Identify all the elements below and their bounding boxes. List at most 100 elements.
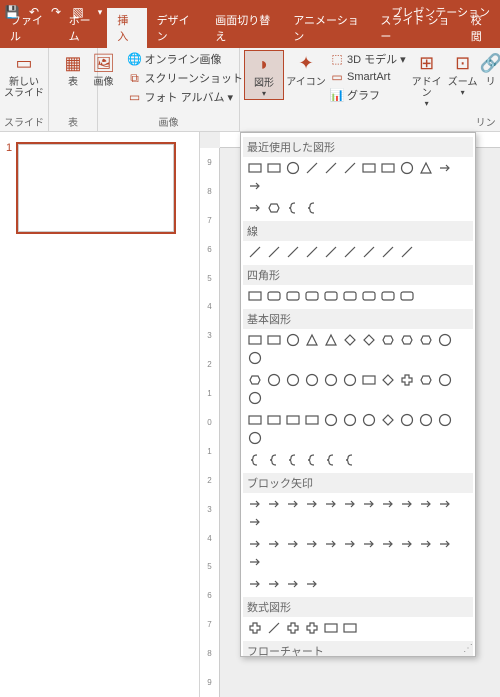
- shape-option[interactable]: [245, 243, 264, 261]
- shape-option[interactable]: [283, 331, 302, 349]
- shape-option[interactable]: [416, 331, 435, 349]
- shape-option[interactable]: [302, 495, 321, 513]
- shape-option[interactable]: [283, 199, 302, 217]
- shape-option[interactable]: [340, 159, 359, 177]
- tab-design[interactable]: デザイン: [147, 8, 206, 48]
- tab-animations[interactable]: アニメーション: [283, 8, 370, 48]
- addins-button[interactable]: ⊞ アドイン ▾: [410, 50, 444, 109]
- shape-option[interactable]: [435, 535, 454, 553]
- shape-option[interactable]: [245, 495, 264, 513]
- shapes-button[interactable]: ◗ 図形 ▾: [244, 50, 284, 100]
- shape-option[interactable]: [321, 287, 340, 305]
- shape-option[interactable]: [435, 159, 454, 177]
- shape-option[interactable]: [264, 411, 283, 429]
- shape-option[interactable]: [359, 371, 378, 389]
- shape-option[interactable]: [302, 619, 321, 637]
- shape-option[interactable]: [435, 411, 454, 429]
- shape-option[interactable]: [245, 331, 264, 349]
- shape-option[interactable]: [359, 243, 378, 261]
- shape-option[interactable]: [378, 411, 397, 429]
- shape-option[interactable]: [264, 371, 283, 389]
- shape-option[interactable]: [245, 553, 264, 571]
- shape-option[interactable]: [264, 243, 283, 261]
- shape-option[interactable]: [245, 535, 264, 553]
- shape-option[interactable]: [283, 371, 302, 389]
- shape-option[interactable]: [378, 243, 397, 261]
- shape-option[interactable]: [359, 535, 378, 553]
- shape-option[interactable]: [283, 411, 302, 429]
- shape-option[interactable]: [397, 371, 416, 389]
- shape-option[interactable]: [321, 331, 340, 349]
- shape-option[interactable]: [321, 243, 340, 261]
- shape-option[interactable]: [359, 411, 378, 429]
- shape-option[interactable]: [340, 243, 359, 261]
- screenshot-button[interactable]: ⧉スクリーンショット ▾: [126, 69, 254, 87]
- shape-option[interactable]: [378, 331, 397, 349]
- shape-option[interactable]: [302, 331, 321, 349]
- shape-option[interactable]: [397, 159, 416, 177]
- shape-option[interactable]: [264, 159, 283, 177]
- shape-option[interactable]: [340, 535, 359, 553]
- shape-option[interactable]: [302, 199, 321, 217]
- tab-slideshow[interactable]: スライド ショー: [370, 8, 460, 48]
- shape-option[interactable]: [245, 513, 264, 531]
- shape-option[interactable]: [245, 199, 264, 217]
- shape-option[interactable]: [340, 371, 359, 389]
- shape-option[interactable]: [283, 575, 302, 593]
- shape-option[interactable]: [264, 331, 283, 349]
- shape-option[interactable]: [359, 495, 378, 513]
- shape-option[interactable]: [283, 619, 302, 637]
- shape-option[interactable]: [359, 331, 378, 349]
- shape-option[interactable]: [416, 371, 435, 389]
- tab-file[interactable]: ファイル: [0, 8, 59, 48]
- online-images-button[interactable]: 🌐オンライン画像: [126, 50, 254, 68]
- shape-option[interactable]: [302, 243, 321, 261]
- new-slide-button[interactable]: ▭ 新しい スライド: [4, 50, 44, 99]
- shape-option[interactable]: [245, 619, 264, 637]
- shape-option[interactable]: [283, 287, 302, 305]
- shape-option[interactable]: [321, 371, 340, 389]
- shape-option[interactable]: [245, 411, 264, 429]
- shape-option[interactable]: [378, 495, 397, 513]
- shape-option[interactable]: [264, 575, 283, 593]
- shape-option[interactable]: [416, 495, 435, 513]
- shape-option[interactable]: [321, 159, 340, 177]
- shape-option[interactable]: [264, 535, 283, 553]
- shape-option[interactable]: [378, 371, 397, 389]
- shape-option[interactable]: [283, 159, 302, 177]
- shape-option[interactable]: [245, 371, 264, 389]
- shape-option[interactable]: [264, 619, 283, 637]
- tab-review[interactable]: 校閲: [461, 8, 500, 48]
- shape-option[interactable]: [283, 451, 302, 469]
- shape-option[interactable]: [302, 411, 321, 429]
- shape-option[interactable]: [340, 411, 359, 429]
- chart-button[interactable]: 📊グラフ: [328, 86, 408, 104]
- shape-option[interactable]: [378, 535, 397, 553]
- shape-option[interactable]: [397, 287, 416, 305]
- picture-button[interactable]: 🖼 画像: [84, 50, 124, 88]
- shape-option[interactable]: [264, 287, 283, 305]
- shape-option[interactable]: [321, 619, 340, 637]
- shape-option[interactable]: [435, 371, 454, 389]
- shape-option[interactable]: [340, 331, 359, 349]
- shape-option[interactable]: [397, 535, 416, 553]
- shape-option[interactable]: [416, 159, 435, 177]
- tab-home[interactable]: ホーム: [59, 8, 108, 48]
- shape-option[interactable]: [245, 159, 264, 177]
- icons-button[interactable]: ✦ アイコン: [286, 50, 326, 88]
- link-button[interactable]: 🔗 リ: [482, 50, 500, 88]
- shape-option[interactable]: [302, 159, 321, 177]
- shape-option[interactable]: [264, 199, 283, 217]
- shape-option[interactable]: [321, 535, 340, 553]
- shape-option[interactable]: [283, 243, 302, 261]
- shape-option[interactable]: [340, 619, 359, 637]
- photo-album-button[interactable]: ▭フォト アルバム ▾: [126, 88, 254, 106]
- zoom-button[interactable]: ⊡ ズーム ▾: [446, 50, 480, 98]
- shape-option[interactable]: [340, 495, 359, 513]
- shape-option[interactable]: [264, 495, 283, 513]
- smartart-button[interactable]: ▭SmartArt: [328, 69, 408, 85]
- shape-option[interactable]: [302, 451, 321, 469]
- shape-option[interactable]: [359, 287, 378, 305]
- shape-option[interactable]: [359, 159, 378, 177]
- shape-option[interactable]: [340, 287, 359, 305]
